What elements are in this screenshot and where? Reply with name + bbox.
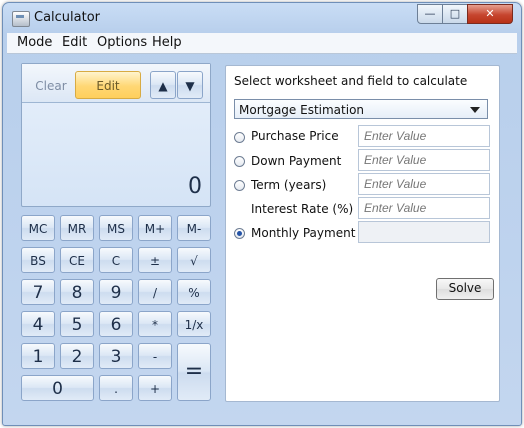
- down-arrow-icon: ▼: [185, 79, 195, 93]
- m-plus-button[interactable]: M+: [138, 215, 172, 241]
- term-years-input[interactable]: [358, 173, 490, 195]
- ms-button[interactable]: MS: [99, 215, 133, 241]
- digit-5-button[interactable]: 5: [60, 311, 94, 337]
- close-button[interactable]: ✕: [467, 4, 513, 24]
- plus-minus-button[interactable]: ±: [138, 247, 172, 273]
- monthly-payment-radio[interactable]: [234, 228, 245, 239]
- title-bar: Calculator — □ ✕: [3, 3, 521, 33]
- dropdown-arrow-icon: [470, 107, 480, 113]
- calculator-window: Calculator — □ ✕ Mode Edit Options Help …: [2, 2, 522, 426]
- multiply-button[interactable]: *: [138, 311, 172, 337]
- digit-4-button[interactable]: 4: [21, 311, 55, 337]
- history-up-button[interactable]: ▲: [150, 71, 176, 99]
- m-minus-button[interactable]: M-: [177, 215, 211, 241]
- interest-rate-input[interactable]: [358, 197, 490, 219]
- menu-help[interactable]: Help: [152, 35, 182, 50]
- term-years-label: Term (years): [251, 178, 327, 192]
- minimize-button[interactable]: —: [417, 4, 443, 24]
- monthly-payment-label: Monthly Payment: [251, 226, 356, 240]
- reciprocal-button[interactable]: 1/x: [177, 311, 211, 337]
- down-payment-label: Down Payment: [251, 154, 342, 168]
- digit-3-button[interactable]: 3: [99, 343, 133, 369]
- backspace-button[interactable]: BS: [21, 247, 55, 273]
- interest-rate-label: Interest Rate (%): [251, 202, 354, 216]
- decimal-button[interactable]: .: [99, 375, 133, 401]
- digit-7-button[interactable]: 7: [21, 279, 55, 305]
- down-payment-input[interactable]: [358, 149, 490, 171]
- equals-button[interactable]: =: [177, 343, 211, 401]
- dropdown-value: Mortgage Estimation: [239, 103, 365, 117]
- history-toolbar: Clear Edit ▲ ▼: [22, 64, 210, 103]
- mc-button[interactable]: MC: [21, 215, 55, 241]
- solve-button[interactable]: Solve: [436, 278, 494, 300]
- add-button[interactable]: +: [138, 375, 172, 401]
- purchase-price-radio[interactable]: [234, 132, 245, 143]
- maximize-button[interactable]: □: [442, 4, 468, 24]
- menu-bar: Mode Edit Options Help: [7, 33, 517, 54]
- mr-button[interactable]: MR: [60, 215, 94, 241]
- history-down-button[interactable]: ▼: [177, 71, 203, 99]
- digit-0-button[interactable]: 0: [21, 375, 94, 401]
- purchase-price-input[interactable]: [358, 125, 490, 147]
- digit-2-button[interactable]: 2: [60, 343, 94, 369]
- clear-history-button[interactable]: Clear: [29, 71, 73, 99]
- square-root-button[interactable]: √: [177, 247, 211, 273]
- percent-button[interactable]: %: [177, 279, 211, 305]
- menu-edit[interactable]: Edit: [62, 35, 87, 50]
- worksheet-dropdown[interactable]: Mortgage Estimation: [234, 99, 488, 119]
- display-value: 0: [188, 174, 202, 199]
- digit-1-button[interactable]: 1: [21, 343, 55, 369]
- window-title: Calculator: [34, 10, 101, 25]
- digit-8-button[interactable]: 8: [60, 279, 94, 305]
- subtract-button[interactable]: -: [138, 343, 172, 369]
- divide-button[interactable]: /: [138, 279, 172, 305]
- clear-entry-button[interactable]: CE: [60, 247, 94, 273]
- edit-history-button[interactable]: Edit: [75, 71, 141, 99]
- term-years-radio[interactable]: [234, 180, 245, 191]
- worksheet-panel: Select worksheet and field to calculate …: [225, 65, 500, 402]
- calculator-display: Clear Edit ▲ ▼ 0: [21, 63, 211, 207]
- down-payment-radio[interactable]: [234, 156, 245, 167]
- up-arrow-icon: ▲: [158, 79, 168, 93]
- worksheet-title: Select worksheet and field to calculate: [234, 74, 468, 88]
- purchase-price-label: Purchase Price: [251, 129, 339, 143]
- monthly-payment-output: [358, 221, 490, 243]
- digit-6-button[interactable]: 6: [99, 311, 133, 337]
- calculator-icon: [12, 11, 30, 27]
- menu-options[interactable]: Options: [97, 35, 147, 50]
- menu-mode[interactable]: Mode: [17, 35, 52, 50]
- clear-button[interactable]: C: [99, 247, 133, 273]
- digit-9-button[interactable]: 9: [99, 279, 133, 305]
